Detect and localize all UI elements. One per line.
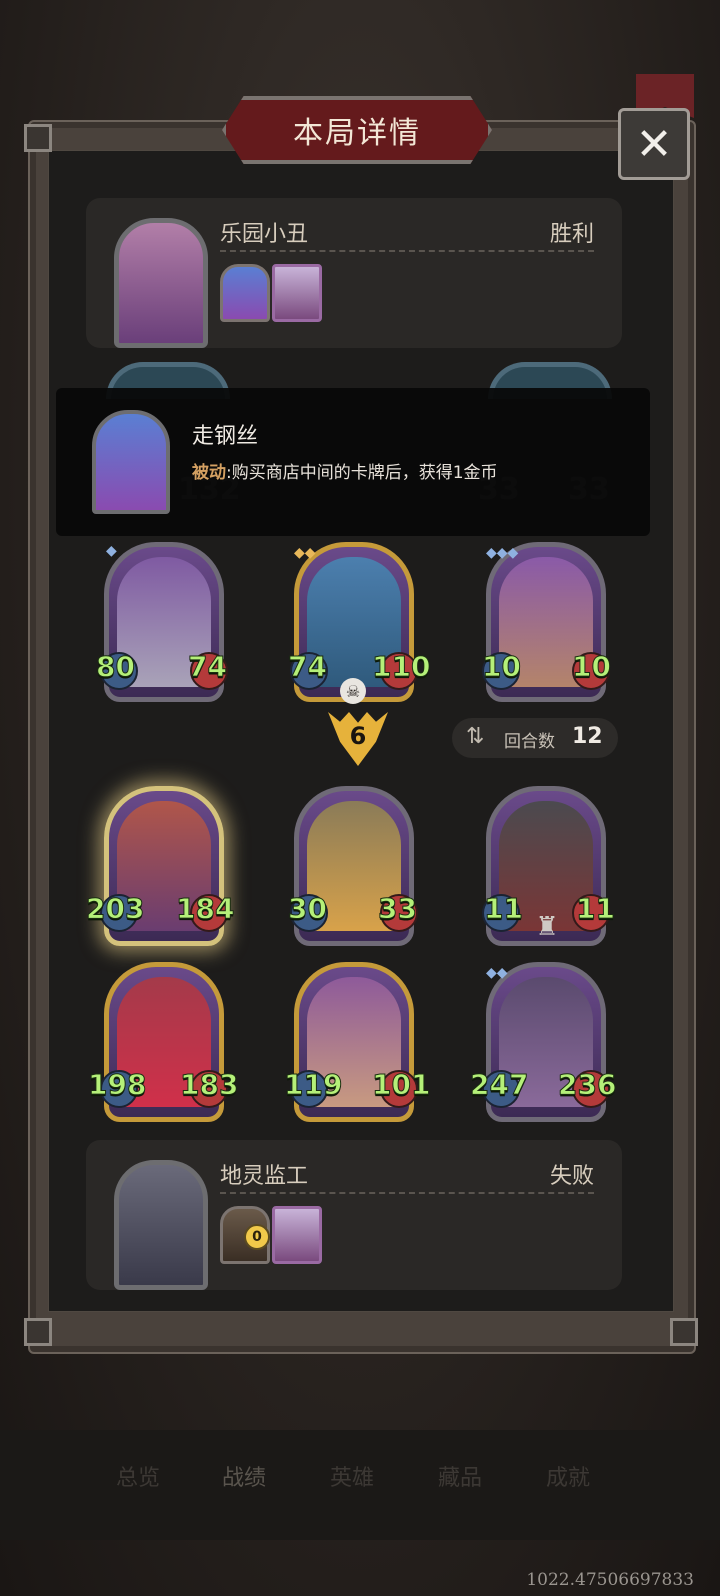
- hero-power-tooltip: 走钢丝 被动:购买商店中间的卡牌后，获得1金币: [56, 388, 650, 536]
- round-counter: ⇅ 回合数 12: [452, 718, 618, 758]
- tavern-tier-value: 6: [349, 722, 367, 750]
- hero-power-icon[interactable]: [220, 264, 270, 322]
- corner-bracket: [24, 124, 52, 152]
- divider: [220, 250, 594, 252]
- corner-bracket: [24, 1318, 52, 1346]
- tooltip-title: 走钢丝: [192, 424, 259, 449]
- winner-avatar[interactable]: [114, 218, 208, 348]
- page-title: 本局详情: [293, 116, 421, 151]
- player-unit-health: 184: [175, 892, 235, 926]
- round-value: 12: [572, 724, 603, 749]
- player-unit-attack: 119: [283, 1068, 343, 1102]
- player-unit-health: 101: [371, 1068, 431, 1102]
- enemy-unit-health: 110: [371, 650, 431, 684]
- tab-records[interactable]: 战绩: [222, 1460, 266, 1492]
- unit-star-icon: ◆◆: [294, 545, 316, 561]
- tooltip-description: 被动:购买商店中间的卡牌后，获得1金币: [192, 458, 498, 483]
- player-unit-attack: 11: [484, 892, 524, 926]
- winner-result: 胜利: [549, 222, 594, 247]
- loser-avatar[interactable]: [114, 1160, 208, 1290]
- unit-star-icon: ◆◆: [486, 965, 508, 981]
- refresh-icon: ⇅: [466, 724, 485, 749]
- tooltip-text: :购买商店中间的卡牌后，获得1金币: [226, 463, 498, 483]
- tab-achievements[interactable]: 成就: [546, 1460, 590, 1492]
- unit-star-icon: ◆◆◆: [486, 545, 519, 561]
- tooltip-keyword: 被动: [192, 463, 226, 483]
- close-button[interactable]: ✕: [618, 108, 690, 180]
- tab-heroes[interactable]: 英雄: [330, 1460, 374, 1492]
- close-icon: ✕: [635, 118, 673, 170]
- enemy-unit-health: 10: [572, 650, 612, 684]
- skull-icon: ☠: [340, 678, 366, 704]
- enemy-unit-health: 74: [188, 650, 228, 684]
- loser-card: 地灵监工 失败 0: [86, 1140, 622, 1290]
- player-unit-attack: 30: [288, 892, 328, 926]
- hero-power-portrait: [92, 410, 170, 514]
- player-unit-attack: 198: [87, 1068, 147, 1102]
- coin-icon: 0: [244, 1224, 270, 1250]
- anvil-icon: ♜: [535, 912, 559, 942]
- winner-name: 乐园小丑: [220, 222, 309, 247]
- trinket-icon[interactable]: [272, 1206, 322, 1264]
- loser-name: 地灵监工: [220, 1164, 309, 1189]
- loser-result: 失败: [549, 1164, 594, 1189]
- round-label: 回合数: [504, 732, 555, 752]
- corner-bracket: [670, 1318, 698, 1346]
- enemy-unit-attack: 10: [482, 650, 522, 684]
- player-unit-attack: 203: [85, 892, 145, 926]
- title-banner: 本局详情: [222, 96, 492, 164]
- player-unit-health: 183: [179, 1068, 239, 1102]
- trinket-icon[interactable]: [272, 264, 322, 322]
- tab-overview[interactable]: 总览: [116, 1460, 160, 1492]
- unit-star-icon: ◆: [106, 543, 117, 559]
- enemy-unit-attack: 74: [288, 650, 328, 684]
- divider: [220, 1192, 594, 1194]
- player-unit-health: 236: [557, 1068, 617, 1102]
- debug-coordinates: 1022.47506697833: [526, 1570, 694, 1590]
- player-unit-attack: 247: [469, 1068, 529, 1102]
- enemy-unit-attack: 80: [96, 650, 136, 684]
- player-unit-health: 33: [378, 892, 418, 926]
- winner-card: 乐园小丑 胜利: [86, 198, 622, 348]
- tab-collection[interactable]: 藏品: [438, 1460, 482, 1492]
- player-unit-health: 11: [576, 892, 616, 926]
